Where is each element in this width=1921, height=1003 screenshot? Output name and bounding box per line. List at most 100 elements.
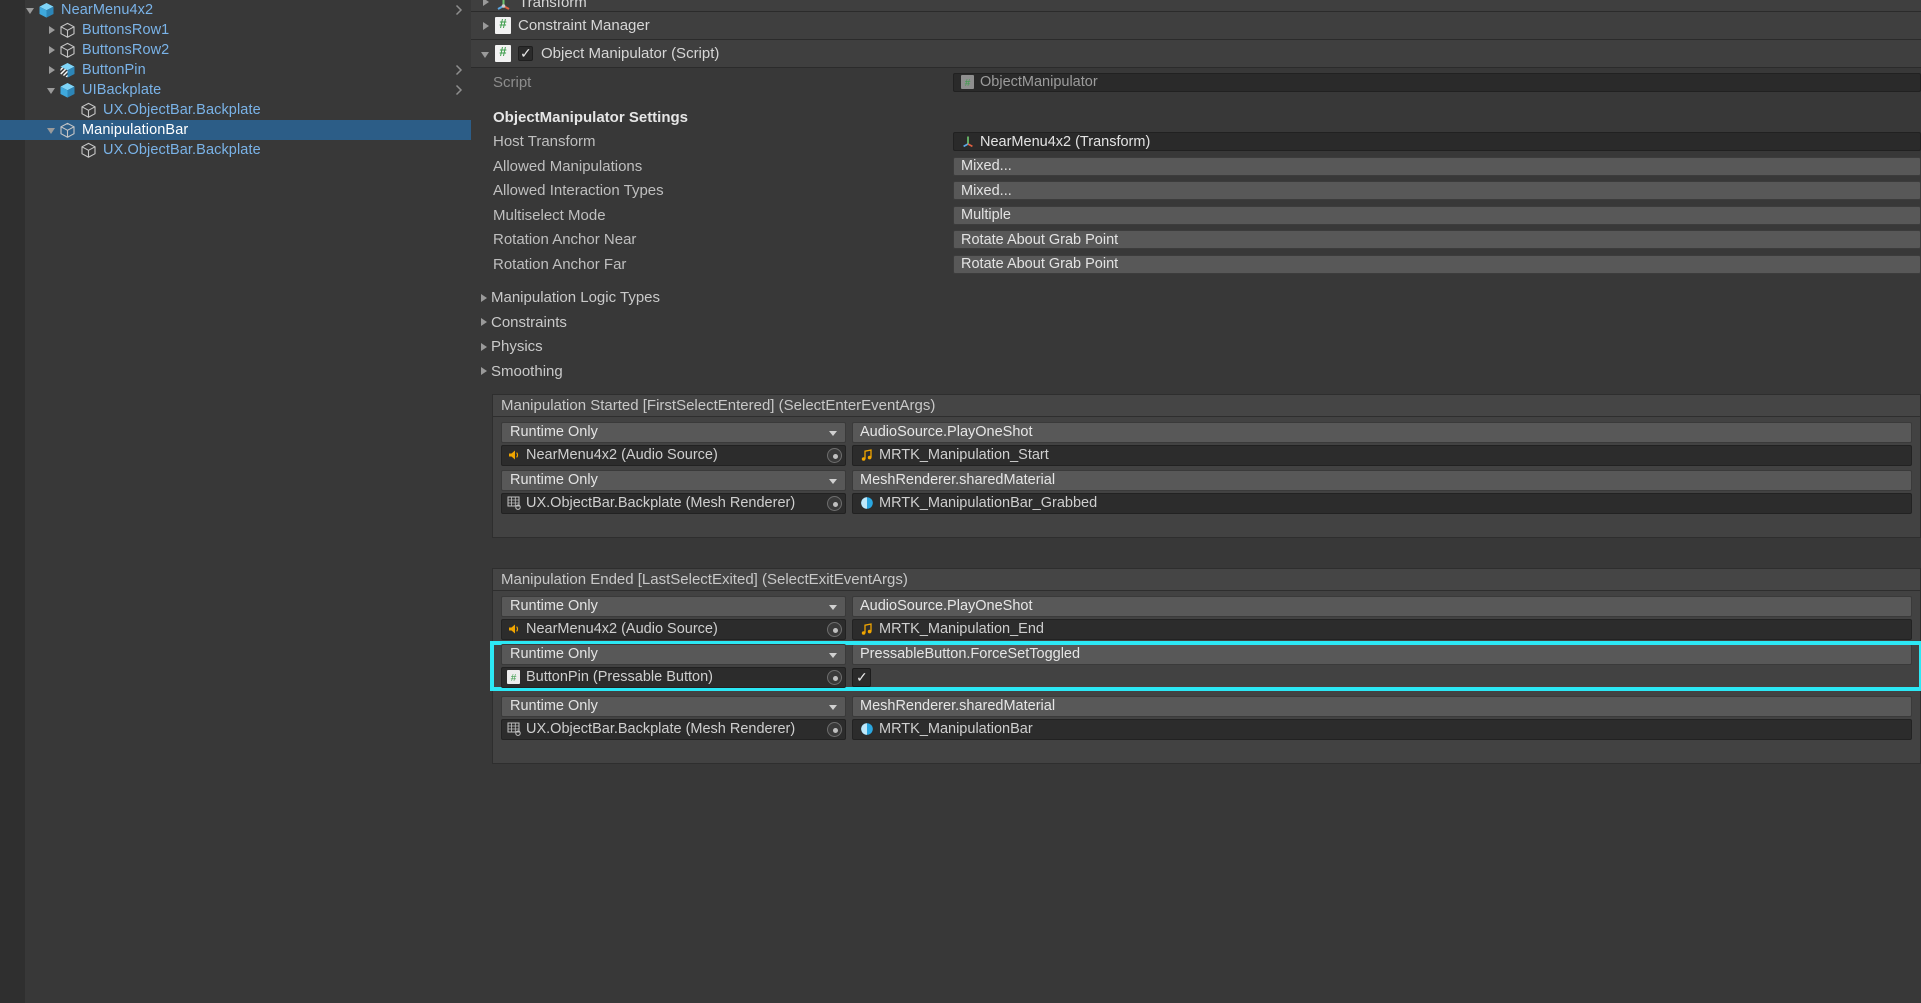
chevron-down-icon[interactable]: [479, 44, 495, 64]
enum-dropdown[interactable]: Mixed...: [953, 156, 1921, 176]
enum-dropdown[interactable]: Rotate About Grab Point: [953, 230, 1921, 250]
hierarchy-item-nearmenu4x2[interactable]: NearMenu4x2: [0, 0, 471, 20]
prefab-open-chevron-icon[interactable]: [455, 64, 463, 76]
object-picker-icon[interactable]: [827, 721, 842, 737]
unity-event-body: Runtime Only AudioSource.PlayOneShot NearM…: [492, 416, 1921, 538]
object-picker-icon[interactable]: [827, 447, 842, 463]
chevron-down-icon[interactable]: [45, 80, 59, 100]
hierarchy-item-ux-objectbar-backplate[interactable]: UX.ObjectBar.Backplate: [0, 140, 471, 160]
chevron-right-icon[interactable]: [477, 288, 491, 308]
enum-dropdown[interactable]: Rotate About Grab Point: [953, 254, 1921, 274]
prefab-open-chevron-icon[interactable]: [455, 4, 463, 16]
event-method-dropdown[interactable]: AudioSource.PlayOneShot: [852, 421, 1912, 443]
event-entry-row-top: Runtime Only PressableButton.ForceSetTogg…: [501, 643, 1912, 665]
chevron-down-icon[interactable]: [829, 604, 837, 610]
hierarchy-item-label: UX.ObjectBar.Backplate: [103, 142, 261, 158]
prefab-open-chevron-icon[interactable]: [455, 84, 463, 96]
unity-event-entry-highlighted: Runtime Only PressableButton.ForceSetTogg…: [490, 640, 1921, 691]
foldout-list[interactable]: Manipulation Logic Types Constraints Physi…: [471, 286, 1921, 384]
inspector-panel: Transform Constraint Manager Object Mani…: [471, 0, 1921, 1003]
property-row: Allowed Interaction Types Mixed...: [471, 179, 1921, 204]
object-picker-icon[interactable]: [827, 621, 842, 637]
hierarchy-item-uibackplate[interactable]: UIBackplate: [0, 80, 471, 100]
enum-dropdown[interactable]: Multiple: [953, 205, 1921, 225]
property-value: Multiple: [961, 207, 1011, 224]
event-entry-row-bottom: UX.ObjectBar.Backplate (Mesh Renderer) MR…: [501, 492, 1912, 514]
event-target-object-field[interactable]: UX.ObjectBar.Backplate (Mesh Renderer): [501, 492, 846, 514]
event-argument-object-field[interactable]: MRTK_Manipulation_Start: [852, 444, 1912, 466]
foldout-manipulation-logic-types[interactable]: Manipulation Logic Types: [471, 286, 1921, 311]
hierarchy-item-label: NearMenu4x2: [61, 2, 154, 18]
chevron-right-icon[interactable]: [477, 337, 491, 357]
block-gap: [471, 764, 1921, 794]
foldout-constraints[interactable]: Constraints: [471, 310, 1921, 335]
chevron-right-icon[interactable]: [45, 40, 59, 60]
event-method-label: AudioSource.PlayOneShot: [860, 598, 1033, 614]
event-target-object-field[interactable]: NearMenu4x2 (Audio Source): [501, 618, 846, 640]
event-method-dropdown[interactable]: AudioSource.PlayOneShot: [852, 595, 1912, 617]
event-argument-object-field[interactable]: MRTK_Manipulation_End: [852, 618, 1912, 640]
event-entry-row-bottom: UX.ObjectBar.Backplate (Mesh Renderer) MR…: [501, 718, 1912, 740]
chevron-right-icon[interactable]: [45, 20, 59, 40]
event-method-dropdown[interactable]: MeshRenderer.sharedMaterial: [852, 695, 1912, 717]
event-target-object-field[interactable]: UX.ObjectBar.Backplate (Mesh Renderer): [501, 718, 846, 740]
event-argument-label: MRTK_Manipulation_Start: [879, 447, 1049, 463]
event-method-dropdown[interactable]: MeshRenderer.sharedMaterial: [852, 469, 1912, 491]
hierarchy-tree[interactable]: NearMenu4x2 ButtonsRow1 ButtonsRow2 ButtonP…: [0, 0, 471, 160]
event-mode-label: Runtime Only: [510, 472, 598, 488]
unity-event-entry: Runtime Only AudioSource.PlayOneShot NearM…: [493, 595, 1920, 640]
event-target-object-field[interactable]: NearMenu4x2 (Audio Source): [501, 444, 846, 466]
event-mode-label: Runtime Only: [510, 698, 598, 714]
script-value-text: ObjectManipulator: [980, 74, 1098, 90]
object-picker-icon[interactable]: [827, 495, 842, 511]
event-method-dropdown[interactable]: PressableButton.ForceSetToggled: [852, 643, 1912, 665]
hierarchy-item-buttonpin[interactable]: ButtonPin: [0, 60, 471, 80]
settings-header: ObjectManipulator Settings: [493, 108, 689, 126]
event-mode-dropdown[interactable]: Runtime Only: [501, 595, 846, 617]
script-value-field[interactable]: # ObjectManipulator: [953, 72, 1921, 92]
hierarchy-item-manipulationbar[interactable]: ManipulationBar: [0, 120, 471, 140]
component-enabled-checkbox[interactable]: [518, 44, 533, 62]
foldout-physics[interactable]: Physics: [471, 335, 1921, 360]
enum-dropdown[interactable]: Mixed...: [953, 181, 1921, 201]
event-mode-dropdown[interactable]: Runtime Only: [501, 421, 846, 443]
event-mode-dropdown[interactable]: Runtime Only: [501, 643, 846, 665]
chevron-down-icon[interactable]: [829, 652, 837, 658]
event-target-object-field[interactable]: # ButtonPin (Pressable Button): [501, 666, 846, 688]
chevron-down-icon[interactable]: [829, 478, 837, 484]
property-row: Host Transform NearMenu4x2 (Transform): [471, 130, 1921, 155]
hierarchy-item-buttonsrow1[interactable]: ButtonsRow1: [0, 20, 471, 40]
chevron-down-icon[interactable]: [24, 0, 38, 20]
chevron-right-icon[interactable]: [45, 60, 59, 80]
component-header-constraint-manager[interactable]: Constraint Manager: [471, 12, 1921, 39]
object-picker-icon[interactable]: [827, 669, 842, 685]
event-argument-checkbox[interactable]: [852, 666, 871, 688]
hierarchy-item-buttonsrow2[interactable]: ButtonsRow2: [0, 40, 471, 60]
component-header-object-manipulator[interactable]: Object Manipulator (Script): [471, 40, 1921, 67]
chevron-right-icon[interactable]: [479, 0, 495, 12]
chevron-right-icon[interactable]: [477, 312, 491, 332]
event-target-label: UX.ObjectBar.Backplate (Mesh Renderer): [526, 721, 796, 737]
hierarchy-item-ux-objectbar-backplate[interactable]: UX.ObjectBar.Backplate: [0, 100, 471, 120]
event-argument-object-field[interactable]: MRTK_ManipulationBar_Grabbed: [852, 492, 1912, 514]
foldout-smoothing[interactable]: Smoothing: [471, 359, 1921, 384]
chevron-down-icon[interactable]: [829, 430, 837, 436]
event-mode-dropdown[interactable]: Runtime Only: [501, 469, 846, 491]
event-mode-dropdown[interactable]: Runtime Only: [501, 695, 846, 717]
chevron-right-icon[interactable]: [477, 361, 491, 381]
event-mode-label: Runtime Only: [510, 598, 598, 614]
object-field[interactable]: NearMenu4x2 (Transform): [953, 132, 1921, 152]
event-method-label: MeshRenderer.sharedMaterial: [860, 472, 1056, 488]
event-argument-object-field[interactable]: MRTK_ManipulationBar: [852, 718, 1912, 740]
event-argument-label: MRTK_ManipulationBar_Grabbed: [879, 495, 1098, 511]
chevron-down-icon[interactable]: [829, 704, 837, 710]
transform-icon: [961, 134, 976, 149]
chevron-down-icon[interactable]: [45, 120, 59, 140]
unity-event-list: Manipulation Started [FirstSelectEntered…: [471, 393, 1921, 794]
chevron-right-icon[interactable]: [479, 16, 495, 36]
event-method-label: AudioSource.PlayOneShot: [860, 424, 1033, 440]
property-row: Rotation Anchor Far Rotate About Grab Poi…: [471, 252, 1921, 277]
property-row: Multiselect Mode Multiple: [471, 203, 1921, 228]
component-header-transform[interactable]: Transform: [471, 0, 1921, 11]
settings-header-row: ObjectManipulator Settings: [471, 105, 1921, 130]
